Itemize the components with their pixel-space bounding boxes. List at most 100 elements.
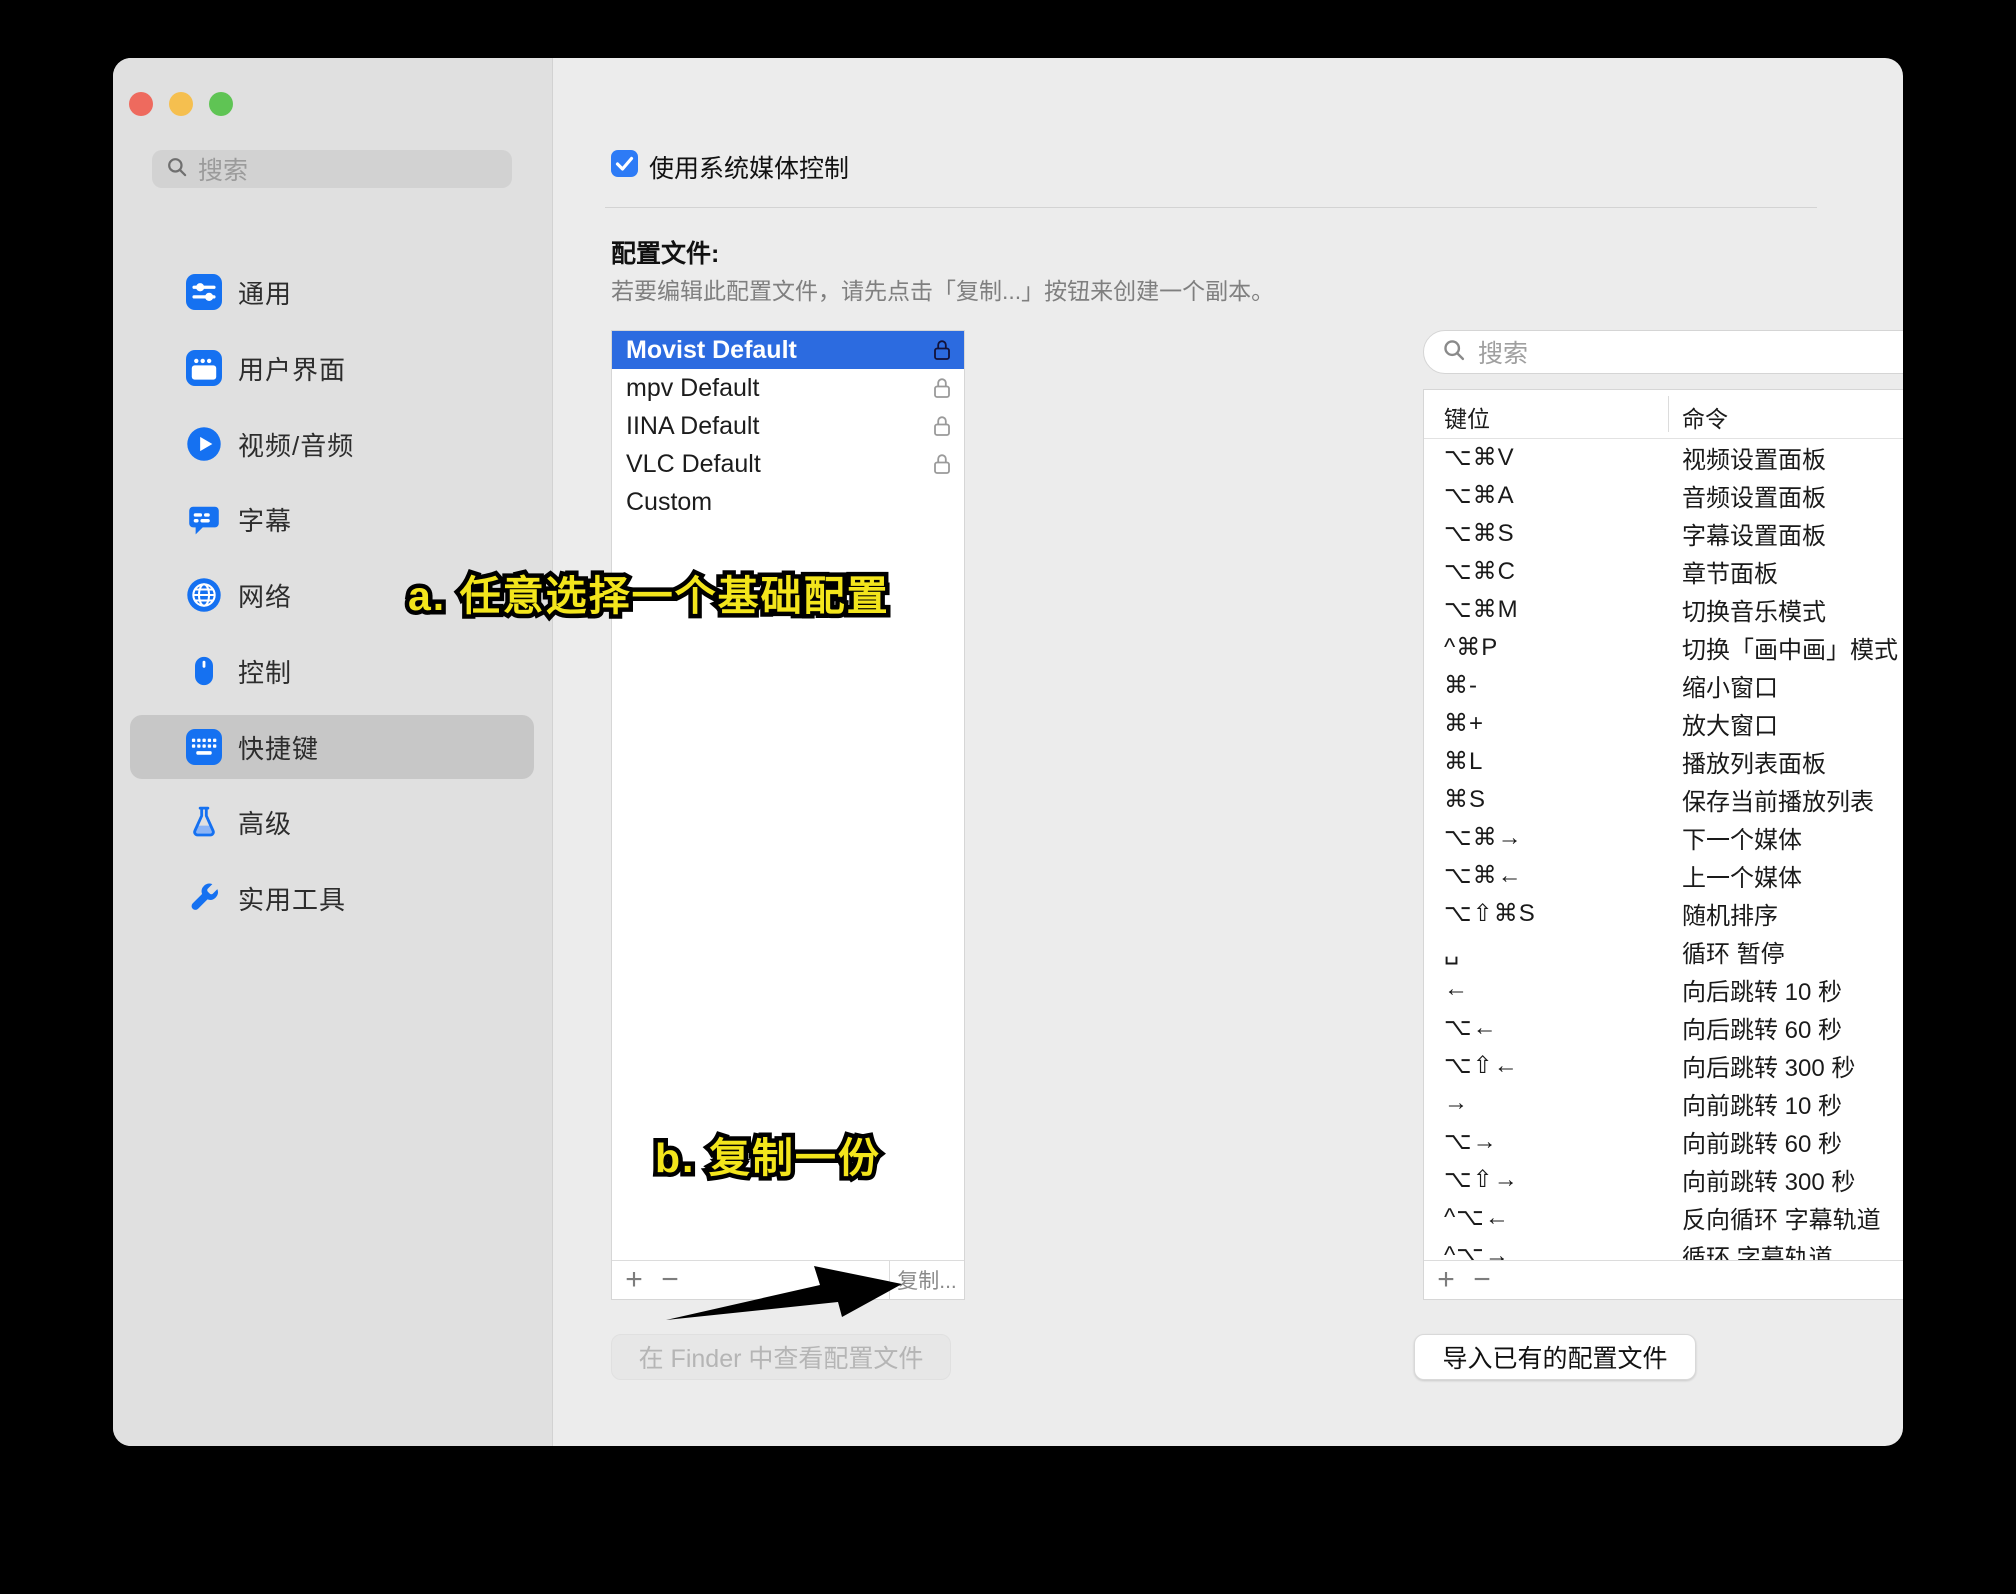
sidebar-item-general[interactable]: 通用: [130, 260, 534, 324]
column-header-command[interactable]: 命令: [1682, 400, 1728, 434]
annotation-step-a: a. 任意选择一个基础配置: [408, 562, 890, 622]
keybinding-row[interactable]: ←向后跳转 10 秒: [1424, 970, 1903, 1008]
keybinding-search-input[interactable]: 搜索: [1423, 330, 1903, 374]
ui-icon: [186, 350, 222, 386]
sidebar-item-video-audio[interactable]: 视频/音频: [130, 412, 534, 476]
sidebar-item-label: 视频/音频: [238, 426, 354, 463]
keybinding-search-placeholder: 搜索: [1478, 334, 1528, 370]
command-cell: 随机排序: [1662, 896, 1778, 931]
sidebar-item-label: 实用工具: [238, 880, 346, 917]
search-icon: [166, 156, 188, 183]
system-media-checkbox-label: 使用系统媒体控制: [649, 149, 849, 185]
key-cell: ⌥⇧←: [1424, 1051, 1662, 1080]
sidebar-search-input[interactable]: 搜索: [152, 150, 512, 188]
profiles-section-description: 若要编辑此配置文件，请先点击「复制...」按钮来创建一个副本。: [611, 272, 1274, 306]
keybinding-row[interactable]: ^⌥←反向循环 字幕轨道: [1424, 1198, 1903, 1236]
sidebar-item-label: 网络: [238, 577, 292, 614]
import-config-button[interactable]: 导入已有的配置文件: [1414, 1334, 1696, 1380]
sidebar-item-advanced[interactable]: 高级: [130, 790, 534, 854]
keybinding-row[interactable]: ⌥⇧←向后跳转 300 秒: [1424, 1046, 1903, 1084]
keybinding-row[interactable]: ⌥→向前跳转 60 秒: [1424, 1122, 1903, 1160]
keybinding-row[interactable]: ⌥←向后跳转 60 秒: [1424, 1008, 1903, 1046]
key-cell: ⌥⌘A: [1424, 481, 1662, 510]
keybinding-row[interactable]: ⌘L播放列表面板: [1424, 742, 1903, 780]
column-header-key[interactable]: 键位: [1444, 400, 1490, 434]
keybinding-row[interactable]: ⌘+放大窗口: [1424, 704, 1903, 742]
keybinding-row[interactable]: ⌘S保存当前播放列表: [1424, 780, 1903, 818]
profile-row[interactable]: Custom: [612, 483, 964, 521]
lock-icon: [932, 338, 952, 362]
command-cell: 播放列表面板: [1662, 744, 1826, 779]
key-cell: ⌘S: [1424, 785, 1662, 814]
command-cell: 放大窗口: [1662, 706, 1778, 741]
keybinding-row[interactable]: ⌥⇧⌘S随机排序: [1424, 894, 1903, 932]
keybinding-row[interactable]: ⌥⌘M切换音乐模式: [1424, 590, 1903, 628]
command-cell: 视频设置面板: [1662, 440, 1826, 475]
command-cell: 字幕设置面板: [1662, 516, 1826, 551]
command-cell: 下一个媒体: [1662, 820, 1802, 855]
keybinding-row[interactable]: ⌥⌘→下一个媒体: [1424, 818, 1903, 856]
key-cell: ⌥⌘←: [1424, 861, 1662, 890]
key-cell: →: [1424, 1089, 1662, 1117]
keybinding-table-header: 键位 命令: [1424, 390, 1903, 439]
sidebar-search-placeholder: 搜索: [198, 151, 248, 187]
key-cell: ⌥⇧⌘S: [1424, 899, 1662, 928]
key-cell: ^⌘P: [1424, 633, 1662, 662]
keybinding-row[interactable]: ␣循环 暂停: [1424, 932, 1903, 970]
sidebar-item-label: 控制: [238, 653, 292, 690]
command-cell: 反向循环 字幕轨道: [1662, 1200, 1881, 1235]
duplicate-profile-button[interactable]: 复制...: [889, 1261, 964, 1299]
window-controls: [129, 92, 233, 116]
keybinding-row[interactable]: ⌥⇧→向前跳转 300 秒: [1424, 1160, 1903, 1198]
sidebar-item-ui[interactable]: 用户界面: [130, 336, 534, 400]
sidebar-item-control[interactable]: 控制: [130, 639, 534, 703]
key-cell: ←: [1424, 975, 1662, 1003]
keybinding-row[interactable]: ⌥⌘C章节面板: [1424, 552, 1903, 590]
key-cell: ⌥⇧→: [1424, 1165, 1662, 1194]
keybinding-row[interactable]: ⌥⌘A音频设置面板: [1424, 476, 1903, 514]
minimize-button[interactable]: [169, 92, 193, 116]
zoom-button[interactable]: [209, 92, 233, 116]
video-audio-icon: [186, 426, 222, 462]
profile-toolbar: + − 复制...: [612, 1260, 964, 1299]
close-button[interactable]: [129, 92, 153, 116]
add-profile-button[interactable]: +: [616, 1262, 652, 1298]
add-keybinding-button[interactable]: +: [1428, 1262, 1464, 1298]
profile-name: VLC Default: [626, 450, 932, 479]
sidebar-item-label: 通用: [238, 274, 292, 311]
sidebar-item-utilities[interactable]: 实用工具: [130, 866, 534, 930]
keybinding-row[interactable]: →向前跳转 10 秒: [1424, 1084, 1903, 1122]
command-cell: 上一个媒体: [1662, 858, 1802, 893]
content-pane: 使用系统媒体控制 ? 配置文件: 若要编辑此配置文件，请先点击「复制...」按钮…: [552, 58, 1903, 1446]
key-cell: ⌥←: [1424, 1013, 1662, 1042]
profile-row[interactable]: Movist Default: [612, 331, 964, 369]
screenshot-root: 搜索 通用用户界面视频/音频字幕网络控制快捷键高级实用工具 使用系统媒体控制 ?…: [0, 0, 2016, 1594]
remove-profile-button[interactable]: −: [652, 1262, 688, 1298]
utilities-icon: [186, 880, 222, 916]
sidebar-item-label: 高级: [238, 804, 292, 841]
key-cell: ^⌥→: [1424, 1241, 1662, 1262]
remove-keybinding-button[interactable]: −: [1464, 1262, 1500, 1298]
profile-name: IINA Default: [626, 412, 932, 441]
keybinding-row[interactable]: ⌥⌘←上一个媒体: [1424, 856, 1903, 894]
sidebar-item-shortcut[interactable]: 快捷键: [130, 715, 534, 779]
keybinding-table: 键位 命令 ⌥⌘V视频设置面板⌥⌘A音频设置面板⌥⌘S字幕设置面板⌥⌘C章节面板…: [1423, 389, 1903, 1300]
key-cell: ⌘L: [1424, 747, 1662, 776]
profile-name: Movist Default: [626, 336, 932, 365]
profile-row[interactable]: mpv Default: [612, 369, 964, 407]
sidebar-item-subtitle[interactable]: 字幕: [130, 487, 534, 551]
keybinding-row[interactable]: ^⌥→循环 字幕轨道: [1424, 1236, 1903, 1261]
keybinding-row[interactable]: ⌘-缩小窗口: [1424, 666, 1903, 704]
keybinding-row[interactable]: ^⌘P切换「画中画」模式: [1424, 628, 1903, 666]
general-icon: [186, 274, 222, 310]
profile-row[interactable]: VLC Default: [612, 445, 964, 483]
profile-row[interactable]: IINA Default: [612, 407, 964, 445]
reveal-in-finder-button[interactable]: 在 Finder 中查看配置文件: [611, 1334, 951, 1380]
system-media-checkbox[interactable]: [611, 150, 638, 177]
control-icon: [186, 653, 222, 689]
keybinding-row[interactable]: ⌥⌘S字幕设置面板: [1424, 514, 1903, 552]
command-cell: 保存当前播放列表: [1662, 782, 1874, 817]
sidebar-item-label: 字幕: [238, 501, 292, 538]
command-cell: 向前跳转 60 秒: [1662, 1124, 1842, 1159]
keybinding-row[interactable]: ⌥⌘V视频设置面板: [1424, 438, 1903, 476]
